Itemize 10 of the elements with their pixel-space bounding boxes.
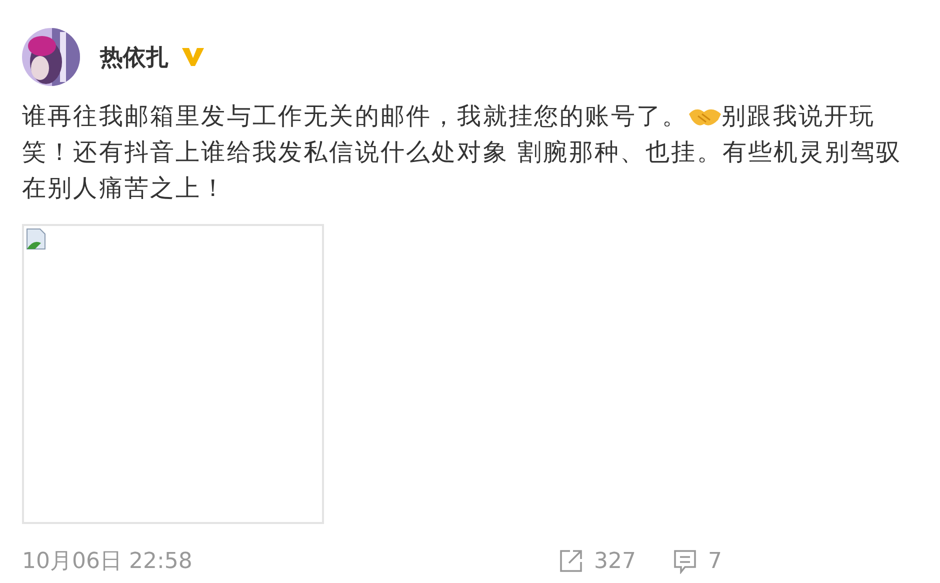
post-text: 笑！还有抖音上谁给我发私信说什么处对象 割腕那种、也挂。有些机灵别驾驭 (22, 137, 902, 168)
post-text: 谁再往我邮箱里发与工作无关的邮件，我就挂您的账号了。 (22, 101, 688, 132)
post-text: 别跟我说开玩 (722, 101, 876, 132)
post-time: 10月06日 22:58 (22, 548, 194, 576)
comment-count[interactable]: 7 (708, 548, 722, 574)
repost-count[interactable]: 327 (594, 548, 636, 574)
repost-icon[interactable] (558, 548, 584, 574)
author-name[interactable]: 热依扎 (100, 42, 169, 72)
comment-icon[interactable] (672, 548, 698, 574)
post-text: 在别人痛苦之上！ (22, 173, 227, 204)
